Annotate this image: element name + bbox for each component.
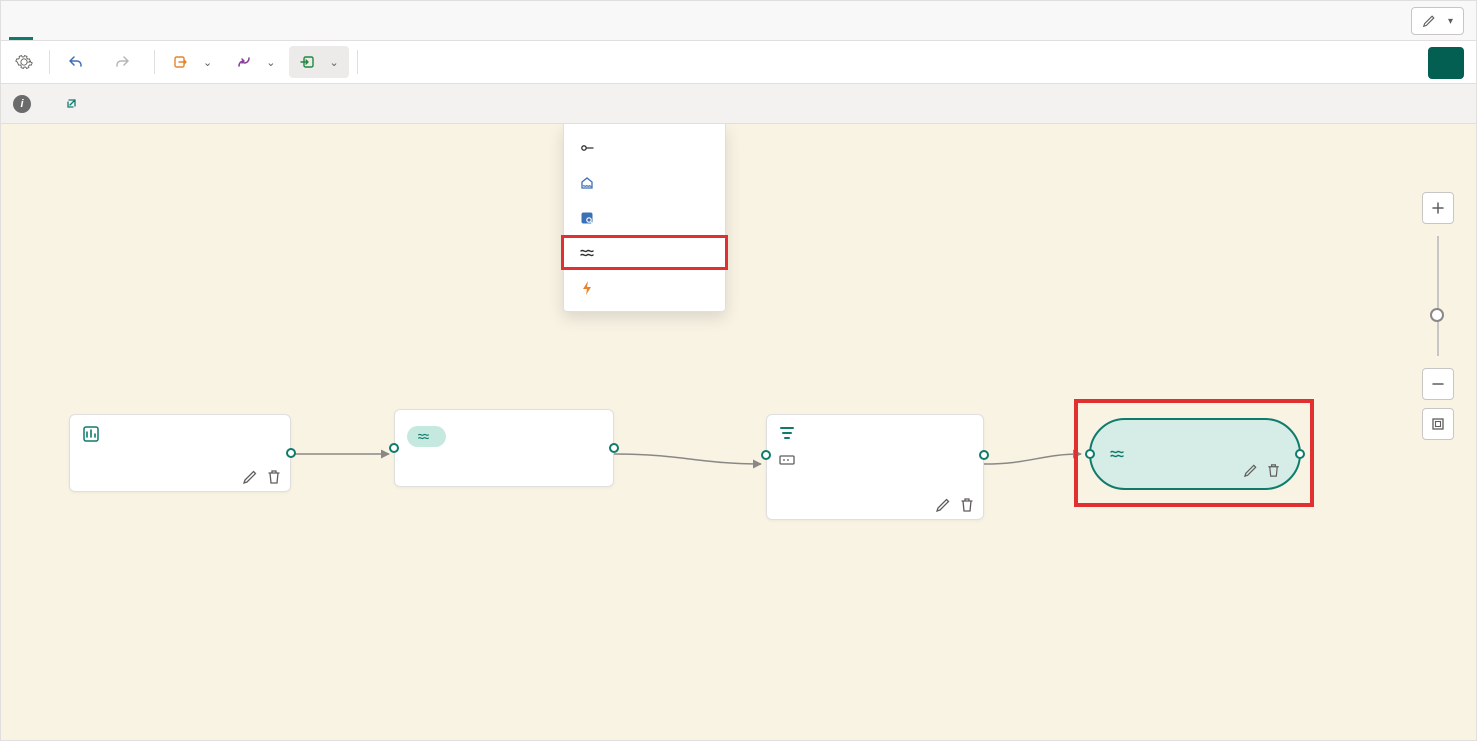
port-out[interactable] xyxy=(1295,449,1305,459)
dropdown-item-eventhouse[interactable] xyxy=(564,200,725,235)
stream-icon xyxy=(1109,446,1125,462)
add-destination-icon xyxy=(299,54,315,70)
zoom-slider-handle[interactable] xyxy=(1430,308,1444,322)
minus-icon xyxy=(1431,377,1445,391)
tab-strip: ▾ xyxy=(0,0,1477,40)
port-in[interactable] xyxy=(761,450,771,460)
port-out[interactable] xyxy=(609,443,619,453)
stream-icon xyxy=(578,244,596,262)
canvas[interactable] xyxy=(0,124,1477,741)
transform-icon xyxy=(236,54,252,70)
info-bar: i xyxy=(0,84,1477,124)
lakehouse-icon xyxy=(578,174,596,192)
gear-icon xyxy=(15,53,33,71)
redo-icon xyxy=(114,54,130,70)
endpoint-icon xyxy=(578,139,596,157)
settings-button[interactable] xyxy=(7,46,41,78)
data-icon xyxy=(82,425,100,443)
condition-icon xyxy=(779,453,795,467)
fit-to-screen-button[interactable] xyxy=(1422,408,1454,440)
port-in[interactable] xyxy=(389,443,399,453)
pencil-icon xyxy=(1422,14,1436,28)
chevron-down-icon: ⌄ xyxy=(329,56,338,69)
zoom-controls xyxy=(1422,192,1454,440)
trash-icon[interactable] xyxy=(266,469,282,485)
add-source-button[interactable]: ⌄ xyxy=(163,46,222,78)
node-mysample[interactable] xyxy=(69,414,291,492)
activator-icon xyxy=(578,279,596,297)
tab-home[interactable] xyxy=(9,19,33,40)
stream-icon xyxy=(417,430,430,443)
chevron-down-icon: ▾ xyxy=(1448,16,1453,27)
pencil-icon[interactable] xyxy=(935,497,951,513)
port-out[interactable] xyxy=(979,450,989,460)
dropdown-item-lakehouse[interactable] xyxy=(564,165,725,200)
dropdown-item-stream[interactable] xyxy=(561,235,728,270)
port-in[interactable] xyxy=(1085,449,1095,459)
learn-more-link[interactable] xyxy=(61,98,77,110)
zoom-in-button[interactable] xyxy=(1422,192,1454,224)
pencil-icon[interactable] xyxy=(242,469,258,485)
toolbar: ⌄ ⌄ ⌄ xyxy=(0,40,1477,84)
edit-button[interactable]: ▾ xyxy=(1411,7,1464,35)
add-destination-button[interactable]: ⌄ xyxy=(289,46,348,78)
node-sample[interactable] xyxy=(394,409,614,487)
separator xyxy=(357,50,358,74)
trash-icon[interactable] xyxy=(959,497,975,513)
zoom-out-button[interactable] xyxy=(1422,368,1454,400)
zoom-slider-track[interactable] xyxy=(1437,236,1439,356)
undo-icon xyxy=(68,54,84,70)
separator xyxy=(154,50,155,74)
external-link-icon xyxy=(65,98,77,110)
undo-button[interactable] xyxy=(58,46,100,78)
eventhouse-icon xyxy=(578,209,596,227)
trash-icon[interactable] xyxy=(1266,463,1281,478)
dropdown-item-activator[interactable] xyxy=(564,270,725,305)
node-derived[interactable] xyxy=(1089,418,1301,490)
plus-icon xyxy=(1431,201,1445,215)
fit-icon xyxy=(1431,417,1445,431)
separator xyxy=(49,50,50,74)
add-source-icon xyxy=(173,54,189,70)
transform-events-button[interactable]: ⌄ xyxy=(226,46,285,78)
publish-button[interactable] xyxy=(1428,47,1464,79)
chevron-down-icon: ⌄ xyxy=(203,56,212,69)
pencil-icon[interactable] xyxy=(1243,463,1258,478)
add-destination-dropdown xyxy=(563,124,726,312)
redo-button[interactable] xyxy=(104,46,146,78)
filter-icon xyxy=(779,425,795,441)
chevron-down-icon: ⌄ xyxy=(266,56,275,69)
dropdown-item-custom-endpoint[interactable] xyxy=(564,130,725,165)
info-icon: i xyxy=(13,95,31,113)
stream-pill[interactable] xyxy=(407,426,446,447)
node-filter[interactable] xyxy=(766,414,984,520)
port-out[interactable] xyxy=(286,448,296,458)
